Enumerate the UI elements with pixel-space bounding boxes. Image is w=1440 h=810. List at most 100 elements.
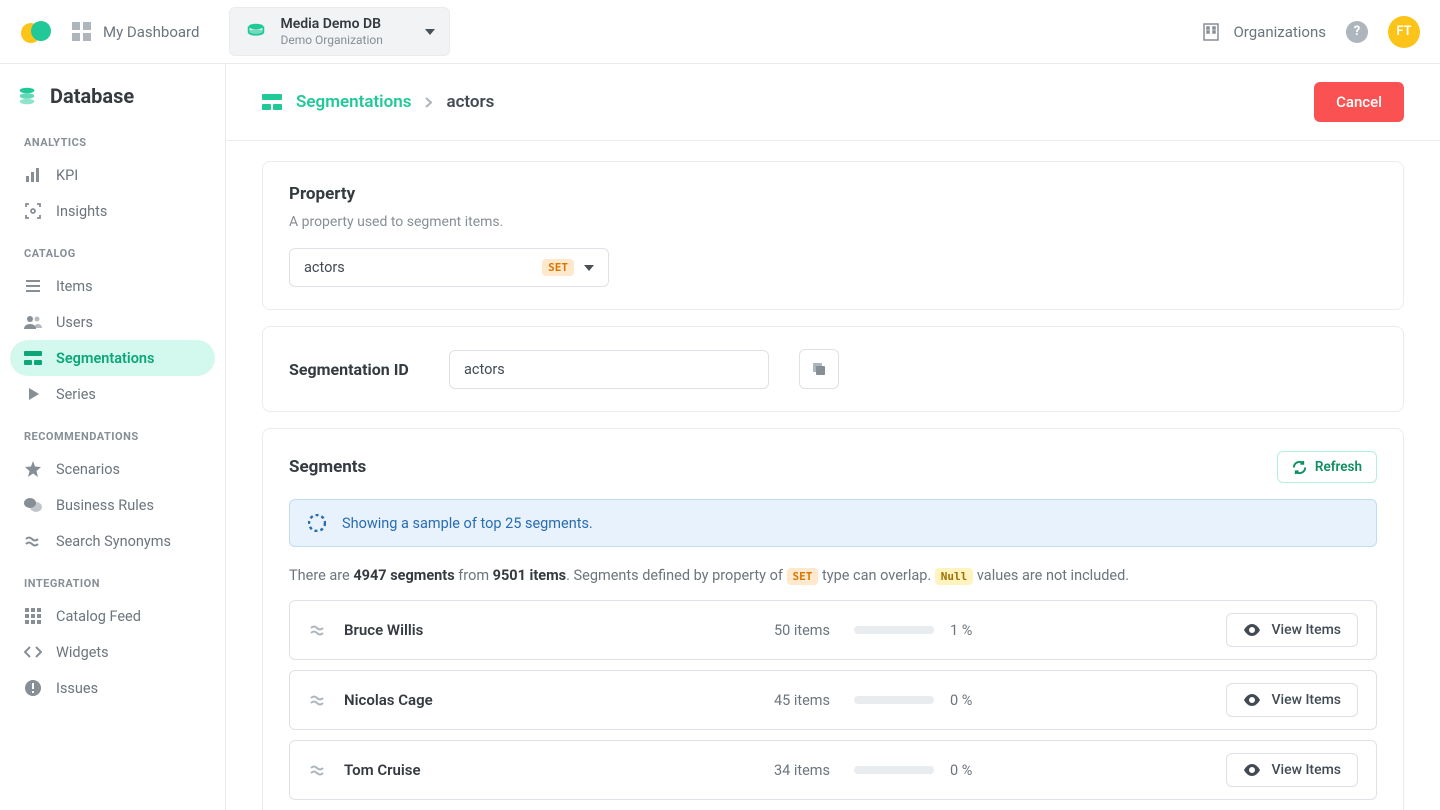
alert-text: Showing a sample of top 25 segments. (342, 515, 593, 532)
sidebar-title: Database (10, 84, 215, 118)
segments-list: Bruce Willis50 items1 %View ItemsNicolas… (289, 600, 1377, 810)
sidebar-item-segmentations[interactable]: Segmentations (10, 340, 215, 376)
segments-title: Segments (289, 457, 366, 477)
cancel-button[interactable]: Cancel (1314, 82, 1404, 122)
caret-down-icon (425, 29, 435, 35)
segment-row: Nicolas Cage 45 items 0 % View Items (289, 670, 1377, 730)
organizations-link[interactable]: Organizations (1203, 23, 1326, 41)
breadcrumb-row: Segmentations actors Cancel (226, 64, 1440, 141)
sidebar-item-label: Catalog Feed (56, 608, 141, 625)
org-label: Organizations (1233, 23, 1326, 41)
eye-icon (1243, 624, 1261, 636)
sidebar-item-insights[interactable]: Insights (10, 193, 215, 229)
sidebar-section: RECOMMENDATIONS (10, 412, 215, 451)
app-logo (20, 16, 52, 48)
eye-icon (1243, 694, 1261, 706)
segment-name: Bruce Willis (344, 621, 724, 639)
segment-bar (854, 766, 934, 774)
sidebar-item-label: Issues (56, 680, 98, 697)
bars-icon (24, 166, 42, 184)
sidebar-item-series[interactable]: Series (10, 376, 215, 412)
property-subtitle: A property used to segment items. (289, 214, 1377, 230)
approx-icon (308, 764, 328, 776)
main-content: Segmentations actors Cancel Property A p… (226, 64, 1440, 810)
seg-id-label: Segmentation ID (289, 360, 419, 379)
top-bar: My Dashboard Media Demo DB Demo Organiza… (0, 0, 1440, 64)
sidebar: Database ANALYTICS KPI InsightsCATALOG Item… (0, 64, 226, 810)
refresh-button[interactable]: Refresh (1277, 451, 1377, 483)
type-chip: SET (542, 259, 574, 276)
segment-row: Tom Cruise 34 items 0 % View Items (289, 740, 1377, 800)
sidebar-item-label: Items (56, 278, 93, 295)
database-icon (244, 20, 268, 44)
refresh-icon (1292, 460, 1307, 475)
sidebar-item-search-synonyms[interactable]: Search Synonyms (10, 523, 215, 559)
database-icon (16, 85, 38, 107)
dashboard-icon (72, 22, 91, 41)
view-items-button[interactable]: View Items (1226, 613, 1358, 647)
code-icon (24, 643, 42, 661)
list-icon (24, 277, 42, 295)
segment-count: 34 items (740, 762, 830, 779)
alert-icon (24, 679, 42, 697)
my-dashboard-link[interactable]: My Dashboard (72, 22, 199, 41)
users-icon (24, 313, 42, 331)
segment-name: Nicolas Cage (344, 691, 724, 709)
sidebar-item-label: Users (56, 314, 93, 331)
play-icon (24, 385, 42, 403)
sidebar-item-widgets[interactable]: Widgets (10, 634, 215, 670)
segment-row: Bruce Willis50 items1 %View Items (289, 600, 1377, 660)
sidebar-item-issues[interactable]: Issues (10, 670, 215, 706)
convo-icon (24, 496, 42, 514)
view-items-button[interactable]: View Items (1226, 683, 1358, 717)
sidebar-section: ANALYTICS (10, 118, 215, 157)
segments-summary: There are 4947 segments from 9501 items.… (289, 567, 1377, 584)
segment-pct: 0 % (950, 692, 990, 709)
segment-pct: 0 % (950, 762, 990, 779)
caret-down-icon (584, 265, 594, 271)
copy-button[interactable] (799, 349, 839, 389)
building-icon (1203, 23, 1219, 41)
sidebar-section: CATALOG (10, 229, 215, 268)
sidebar-item-catalog-feed[interactable]: Catalog Feed (10, 598, 215, 634)
segment-name: Tom Cruise (344, 761, 724, 779)
view-items-button[interactable]: View Items (1226, 753, 1358, 787)
copy-icon (811, 361, 827, 377)
view-items-label: View Items (1271, 622, 1341, 638)
approx-icon (24, 532, 42, 550)
property-select[interactable]: actors SET (289, 248, 609, 287)
db-title: Media Demo DB (280, 16, 382, 33)
grid-icon (24, 607, 42, 625)
star-icon (24, 460, 42, 478)
property-title: Property (289, 184, 1377, 204)
property-card: Property A property used to segment item… (262, 161, 1404, 310)
seg-id-input[interactable] (449, 350, 769, 389)
sidebar-item-label: Business Rules (56, 497, 154, 514)
db-subtitle: Demo Organization (280, 33, 382, 47)
chevron-right-icon (425, 97, 432, 108)
segmentation-id-card: Segmentation ID (262, 326, 1404, 412)
database-switcher[interactable]: Media Demo DB Demo Organization (229, 7, 449, 56)
sidebar-item-kpi[interactable]: KPI (10, 157, 215, 193)
breadcrumb-root[interactable]: Segmentations (296, 92, 411, 112)
sidebar-item-label: Widgets (56, 644, 109, 661)
sidebar-item-users[interactable]: Users (10, 304, 215, 340)
refresh-label: Refresh (1315, 459, 1362, 475)
breadcrumb-current: actors (446, 92, 494, 112)
segment-bar (854, 696, 934, 704)
sidebar-item-items[interactable]: Items (10, 268, 215, 304)
user-avatar[interactable]: FT (1388, 16, 1420, 48)
sidebar-section: INTEGRATION (10, 559, 215, 598)
sidebar-item-label: Scenarios (56, 461, 120, 478)
property-select-value: actors (304, 259, 532, 276)
sidebar-item-scenarios[interactable]: Scenarios (10, 451, 215, 487)
segment-pct: 1 % (950, 622, 990, 639)
sidebar-item-label: Series (56, 386, 96, 403)
dashboard-label: My Dashboard (103, 23, 199, 41)
approx-icon (308, 624, 328, 636)
help-button[interactable]: ? (1346, 21, 1368, 43)
sidebar-item-business-rules[interactable]: Business Rules (10, 487, 215, 523)
sidebar-item-label: Segmentations (56, 350, 154, 367)
segment-count: 45 items (740, 692, 830, 709)
sidebar-item-label: KPI (56, 167, 78, 184)
